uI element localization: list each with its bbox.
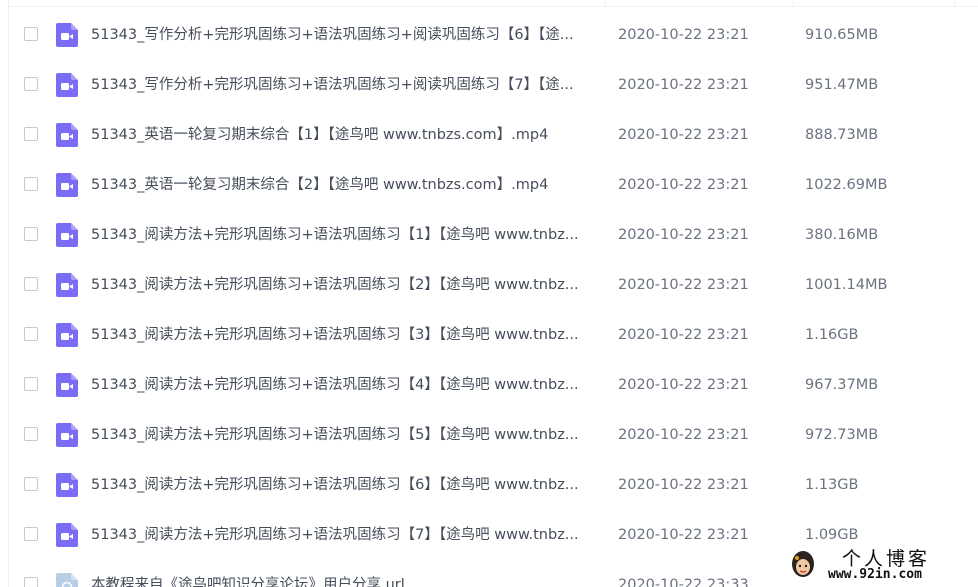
file-row[interactable]: 51343_英语一轮复习期末综合【1】【途鸟吧 www.tnbzs.com】.m… [9, 110, 978, 160]
file-list: 51343_写作分析+完形巩固练习+语法巩固练习+阅读巩固练习【6】【途... 2… [8, 0, 978, 587]
row-checkbox[interactable] [24, 177, 38, 191]
file-row[interactable]: 51343_阅读方法+完形巩固练习+语法巩固练习【5】【途鸟吧 www.tnbz… [9, 410, 978, 460]
video-file-icon [56, 73, 78, 97]
avatar-icon [792, 551, 814, 577]
watermark-url: www.92in.com [828, 567, 922, 582]
video-file-icon [56, 373, 78, 397]
file-row[interactable]: 51343_阅读方法+完形巩固练习+语法巩固练习【4】【途鸟吧 www.tnbz… [9, 360, 978, 410]
file-size: 967.37MB [805, 377, 879, 393]
video-file-icon [56, 273, 78, 297]
link-file-icon [56, 573, 78, 587]
file-size: 1.13GB [805, 477, 859, 493]
file-size: 972.73MB [805, 427, 879, 443]
video-file-icon [56, 123, 78, 147]
file-name[interactable]: 本教程来自《途鸟吧知识分享论坛》用户分享.url [91, 560, 601, 587]
file-name[interactable]: 51343_英语一轮复习期末综合【2】【途鸟吧 www.tnbzs.com】.m… [91, 160, 601, 210]
file-modified-date: 2020-10-22 23:21 [618, 227, 749, 243]
file-size: 888.73MB [805, 127, 879, 143]
file-modified-date: 2020-10-22 23:21 [618, 77, 749, 93]
file-row[interactable]: 51343_阅读方法+完形巩固练习+语法巩固练习【3】【途鸟吧 www.tnbz… [9, 310, 978, 360]
row-checkbox[interactable] [24, 327, 38, 341]
file-row[interactable]: 51343_写作分析+完形巩固练习+语法巩固练习+阅读巩固练习【7】【途... 2… [9, 60, 978, 110]
file-name[interactable]: 51343_阅读方法+完形巩固练习+语法巩固练习【1】【途鸟吧 www.tnbz… [91, 210, 601, 260]
row-checkbox[interactable] [24, 277, 38, 291]
file-name[interactable]: 51343_写作分析+完形巩固练习+语法巩固练习+阅读巩固练习【7】【途... [91, 60, 601, 110]
row-checkbox[interactable] [24, 77, 38, 91]
row-checkbox[interactable] [24, 27, 38, 41]
file-modified-date: 2020-10-22 23:21 [618, 277, 749, 293]
file-modified-date: 2020-10-22 23:21 [618, 27, 749, 43]
file-modified-date: 2020-10-22 23:21 [618, 427, 749, 443]
file-row[interactable]: 51343_阅读方法+完形巩固练习+语法巩固练习【1】【途鸟吧 www.tnbz… [9, 210, 978, 260]
video-file-icon [56, 473, 78, 497]
file-name[interactable]: 51343_阅读方法+完形巩固练习+语法巩固练习【5】【途鸟吧 www.tnbz… [91, 410, 601, 460]
video-file-icon [56, 23, 78, 47]
video-file-icon [56, 523, 78, 547]
video-file-icon [56, 323, 78, 347]
header-divider [9, 6, 978, 7]
video-file-icon [56, 223, 78, 247]
file-row[interactable]: 51343_英语一轮复习期末综合【2】【途鸟吧 www.tnbzs.com】.m… [9, 160, 978, 210]
file-size: 1022.69MB [805, 177, 888, 193]
row-checkbox[interactable] [24, 227, 38, 241]
row-checkbox[interactable] [24, 527, 38, 541]
file-name[interactable]: 51343_英语一轮复习期末综合【1】【途鸟吧 www.tnbzs.com】.m… [91, 110, 601, 160]
file-size: 380.16MB [805, 227, 879, 243]
file-row[interactable]: 51343_写作分析+完形巩固练习+语法巩固练习+阅读巩固练习【6】【途... 2… [9, 10, 978, 60]
file-modified-date: 2020-10-22 23:21 [618, 477, 749, 493]
row-checkbox[interactable] [24, 127, 38, 141]
file-size: 951.47MB [805, 77, 879, 93]
file-modified-date: 2020-10-22 23:33 [618, 577, 749, 587]
file-size: 1.16GB [805, 327, 859, 343]
file-name[interactable]: 51343_写作分析+完形巩固练习+语法巩固练习+阅读巩固练习【6】【途... [91, 10, 601, 60]
blog-watermark: 个人博客 www.92in.com [780, 540, 978, 587]
file-modified-date: 2020-10-22 23:21 [618, 177, 749, 193]
video-file-icon [56, 423, 78, 447]
column-separator [793, 0, 794, 6]
file-name[interactable]: 51343_阅读方法+完形巩固练习+语法巩固练习【7】【途鸟吧 www.tnbz… [91, 510, 601, 560]
file-modified-date: 2020-10-22 23:21 [618, 527, 749, 543]
file-size: 1001.14MB [805, 277, 888, 293]
file-name[interactable]: 51343_阅读方法+完形巩固练习+语法巩固练习【4】【途鸟吧 www.tnbz… [91, 360, 601, 410]
file-modified-date: 2020-10-22 23:21 [618, 377, 749, 393]
file-modified-date: 2020-10-22 23:21 [618, 327, 749, 343]
row-checkbox[interactable] [24, 377, 38, 391]
file-row[interactable]: 51343_阅读方法+完形巩固练习+语法巩固练习【2】【途鸟吧 www.tnbz… [9, 260, 978, 310]
video-file-icon [56, 173, 78, 197]
column-separator [954, 0, 955, 6]
file-modified-date: 2020-10-22 23:21 [618, 127, 749, 143]
file-name[interactable]: 51343_阅读方法+完形巩固练习+语法巩固练习【3】【途鸟吧 www.tnbz… [91, 310, 601, 360]
row-checkbox[interactable] [24, 427, 38, 441]
file-name[interactable]: 51343_阅读方法+完形巩固练习+语法巩固练习【2】【途鸟吧 www.tnbz… [91, 260, 601, 310]
column-separator [605, 0, 606, 6]
file-name[interactable]: 51343_阅读方法+完形巩固练习+语法巩固练习【6】【途鸟吧 www.tnbz… [91, 460, 601, 510]
file-row[interactable]: 51343_阅读方法+完形巩固练习+语法巩固练习【6】【途鸟吧 www.tnbz… [9, 460, 978, 510]
row-checkbox[interactable] [24, 477, 38, 491]
file-size: 910.65MB [805, 27, 879, 43]
row-checkbox[interactable] [24, 577, 38, 587]
